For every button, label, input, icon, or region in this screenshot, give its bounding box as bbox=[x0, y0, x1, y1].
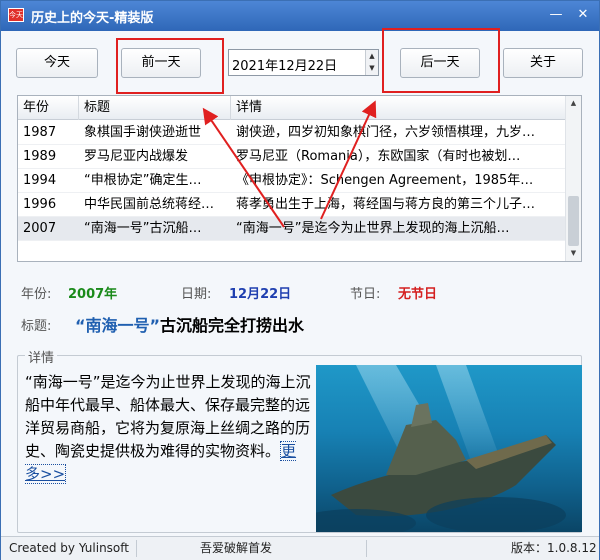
year-label: 年份: bbox=[21, 287, 52, 302]
date-value: 12月22日 bbox=[229, 287, 292, 302]
event-title-label: 标题: bbox=[21, 319, 52, 334]
cell-year: 1994 bbox=[23, 173, 57, 188]
column-header-detail[interactable]: 详情 bbox=[231, 96, 566, 120]
app-logo-icon: 今天 bbox=[8, 8, 24, 22]
cell-title: “南海一号”古沉船… bbox=[84, 221, 202, 236]
cell-title: 罗马尼亚内战爆发 bbox=[84, 149, 189, 164]
scroll-thumb[interactable] bbox=[568, 196, 579, 246]
cell-detail: 谢侠逊，四岁初知象棋门径，六岁领悟棋理，九岁… bbox=[236, 125, 536, 140]
cell-title: 中华民国前总统蒋经… bbox=[84, 197, 215, 212]
status-created-by: Created by Yulinsoft bbox=[9, 541, 129, 555]
date-picker[interactable]: 2021年12月22日 ▲ ▼ bbox=[228, 49, 379, 76]
holiday-value: 无节日 bbox=[398, 287, 438, 302]
table-header: 年份 标题 详情 bbox=[18, 96, 566, 120]
cell-detail: 蒋孝勇出生于上海，蒋经国与蒋方良的第三个儿子… bbox=[236, 197, 536, 212]
table-scrollbar[interactable]: ▲ ▼ bbox=[565, 96, 581, 261]
close-button[interactable]: ✕ bbox=[573, 6, 593, 24]
details-text: “南海一号”是迄今为止世界上发现的海上沉船中年代最早、船体最大、保存最完整的远洋… bbox=[25, 371, 311, 486]
app-window: 今天 历史上的今天-精装版 — ✕ 今天 前一天 2021年12月22日 ▲ ▼… bbox=[0, 0, 600, 560]
shipwreck-photo bbox=[316, 365, 582, 532]
status-source: 吾爱破解首发 bbox=[200, 541, 273, 555]
details-body: “南海一号”是迄今为止世界上发现的海上沉船中年代最早、船体最大、保存最完整的远洋… bbox=[25, 373, 311, 460]
cell-year: 1987 bbox=[23, 125, 57, 140]
cell-detail: 罗马尼亚（Romania），东欧国家（有时也被划… bbox=[236, 149, 521, 164]
cell-title: 象棋国手谢侠逊逝世 bbox=[84, 125, 202, 140]
event-title-highlight: “南海一号” bbox=[75, 316, 161, 335]
cell-detail: “南海一号”是迄今为止世界上发现的海上沉船… bbox=[236, 221, 510, 236]
date-picker-value: 2021年12月22日 bbox=[232, 59, 338, 74]
date-spin-control[interactable]: ▲ ▼ bbox=[365, 50, 378, 75]
column-header-year[interactable]: 年份 bbox=[18, 96, 79, 120]
event-title-rest: 古沉船完全打捞出水 bbox=[160, 316, 305, 335]
annotation-box-prev bbox=[116, 38, 224, 94]
events-table[interactable]: 年份 标题 详情 1987 象棋国手谢侠逊逝世 谢侠逊，四岁初知象棋门径，六岁领… bbox=[17, 95, 582, 262]
year-value: 2007年 bbox=[68, 287, 118, 302]
event-title: “南海一号”古沉船完全打捞出水 bbox=[75, 312, 304, 336]
today-button[interactable]: 今天 bbox=[16, 48, 98, 78]
scroll-down-icon[interactable]: ▼ bbox=[566, 246, 581, 261]
column-header-title[interactable]: 标题 bbox=[79, 96, 231, 120]
shipwreck-image bbox=[316, 365, 566, 532]
table-row[interactable]: 1989 罗马尼亚内战爆发 罗马尼亚（Romania），东欧国家（有时也被划… bbox=[18, 145, 566, 169]
table-row[interactable]: 1996 中华民国前总统蒋经… 蒋孝勇出生于上海，蒋经国与蒋方良的第三个儿子… bbox=[18, 193, 566, 217]
status-separator bbox=[366, 540, 367, 557]
spin-up-icon[interactable]: ▲ bbox=[366, 50, 378, 62]
cell-title: “申根协定”确定生… bbox=[84, 173, 202, 188]
status-bar: Created by Yulinsoft 吾爱破解首发 版本：1.0.8.12 bbox=[1, 536, 599, 560]
scroll-up-icon[interactable]: ▲ bbox=[566, 96, 581, 111]
table-row[interactable]: 1987 象棋国手谢侠逊逝世 谢侠逊，四岁初知象棋门径，六岁领悟棋理，九岁… bbox=[18, 121, 566, 145]
spin-down-icon[interactable]: ▼ bbox=[366, 62, 378, 74]
window-title: 历史上的今天-精装版 bbox=[31, 11, 154, 26]
minimize-button[interactable]: — bbox=[546, 6, 566, 24]
holiday-label: 节日: bbox=[350, 287, 381, 302]
table-row[interactable]: 1994 “申根协定”确定生… 《申根协定》：Schengen Agreemen… bbox=[18, 169, 566, 193]
cell-year: 2007 bbox=[23, 221, 57, 236]
cell-detail: 《申根协定》：Schengen Agreement，1985年… bbox=[236, 173, 534, 188]
date-label: 日期: bbox=[181, 287, 212, 302]
cell-year: 1996 bbox=[23, 197, 57, 212]
status-separator bbox=[136, 540, 137, 557]
table-row-selected[interactable]: 2007 “南海一号”古沉船… “南海一号”是迄今为止世界上发现的海上沉船… bbox=[18, 217, 566, 241]
title-bar[interactable]: 今天 历史上的今天-精装版 — ✕ bbox=[1, 1, 599, 31]
status-version: 版本：1.0.8.12 bbox=[511, 541, 597, 555]
about-button[interactable]: 关于 bbox=[503, 48, 583, 78]
cell-year: 1989 bbox=[23, 149, 57, 164]
details-legend: 详情 bbox=[25, 347, 58, 366]
annotation-box-next bbox=[382, 28, 500, 93]
